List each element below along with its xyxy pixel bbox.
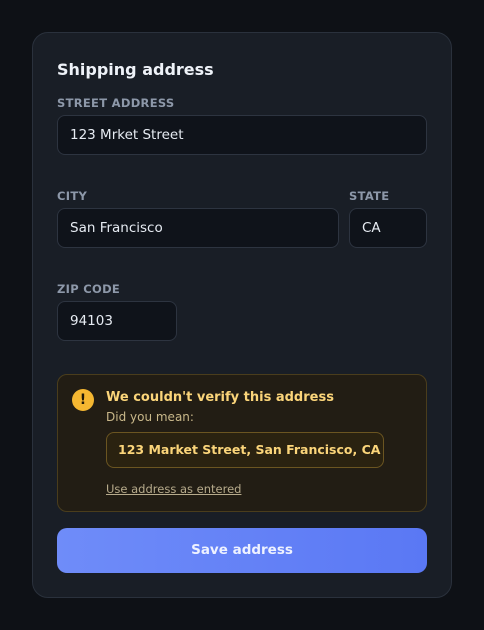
city-input[interactable]: San Francisco [57, 208, 339, 248]
state-label: STATE [349, 189, 390, 203]
state-input[interactable]: CA [349, 208, 427, 248]
alert-title: We couldn't verify this address [106, 390, 334, 405]
zip-label: ZIP CODE [57, 282, 121, 296]
save-address-button[interactable]: Save address [57, 528, 427, 573]
suggested-address-button[interactable]: 123 Market Street, San Francisco, CA 941… [106, 432, 384, 468]
alert-subtitle: Did you mean: [106, 410, 194, 424]
street-address-input[interactable]: 123 Mrket Street [57, 115, 427, 155]
warning-icon: ! [72, 389, 94, 411]
street-label: STREET ADDRESS [57, 96, 175, 110]
zip-code-input[interactable]: 94103 [57, 301, 177, 341]
shipping-address-card: Shipping address STREET ADDRESS 123 Mrke… [32, 32, 452, 598]
address-verification-alert: ! We couldn't verify this address Did yo… [57, 374, 427, 512]
use-address-as-entered-link[interactable]: Use address as entered [106, 482, 241, 496]
city-label: CITY [57, 189, 88, 203]
form-title: Shipping address [57, 60, 214, 79]
